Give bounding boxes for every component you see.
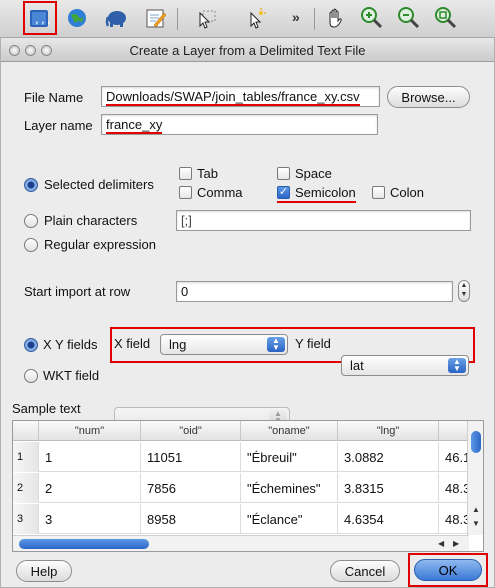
elephant-icon[interactable] xyxy=(102,3,132,33)
table-cell: 1 xyxy=(39,442,141,472)
regular-expression-radio[interactable] xyxy=(24,237,38,252)
colon-option[interactable]: Colon xyxy=(372,185,424,200)
file-name-field[interactable]: Downloads/SWAP/join_tables/france_xy.csv xyxy=(101,86,380,107)
selected-delimiters-label: Selected delimiters xyxy=(44,177,154,192)
wkt-field-option[interactable]: WKT field xyxy=(24,368,99,383)
scroll-left-icon[interactable]: ◀ xyxy=(438,539,444,548)
edit-doc-icon[interactable] xyxy=(140,3,170,33)
table-cell: 7856 xyxy=(141,473,241,503)
x-field-label: X field xyxy=(114,336,151,351)
scroll-up-icon[interactable]: ▲ xyxy=(472,505,480,514)
row-number: 1 xyxy=(13,442,39,472)
browse-button[interactable]: Browse... xyxy=(387,86,470,108)
table-cell: "Ébreuil" xyxy=(241,442,338,472)
column-header[interactable]: "lng" xyxy=(338,421,439,441)
plain-characters-radio[interactable] xyxy=(24,213,38,228)
xy-fields-option[interactable]: X Y fields xyxy=(24,337,97,352)
plain-characters-label: Plain characters xyxy=(44,213,138,228)
table-cell: "Échemines" xyxy=(241,473,338,503)
sample-text-label: Sample text xyxy=(12,401,81,416)
plain-characters-option[interactable]: Plain characters xyxy=(24,213,137,228)
select-cursor-icon[interactable] xyxy=(192,3,222,33)
vertical-scroll-thumb[interactable] xyxy=(471,431,481,453)
scroll-right-icon[interactable]: ▶ xyxy=(453,539,459,548)
row-number-header xyxy=(13,421,39,441)
start-row-stepper[interactable]: ▲ ▼ xyxy=(458,280,470,302)
sample-table[interactable]: "num" "oid" "oname" "lng" 1 1 11051 "Ébr… xyxy=(12,420,484,552)
selected-delimiters-option[interactable]: Selected delimiters xyxy=(24,177,154,192)
zoom-in-icon[interactable] xyxy=(356,3,386,33)
colon-checkbox[interactable] xyxy=(372,186,385,199)
space-label: Space xyxy=(295,166,332,181)
layer-name-label: Layer name xyxy=(24,118,93,133)
vertical-scrollbar[interactable]: ▲ ▼ xyxy=(467,421,483,535)
wkt-field-label: WKT field xyxy=(43,368,100,383)
tab-checkbox[interactable] xyxy=(179,167,192,180)
y-field-select[interactable]: lat ▲ ▼ xyxy=(341,355,469,376)
plain-characters-field[interactable]: [;] xyxy=(176,210,471,231)
semicolon-checkbox[interactable]: ✓ xyxy=(277,186,290,199)
table-cell: 8958 xyxy=(141,504,241,534)
start-row-field[interactable]: 0 xyxy=(176,281,453,302)
x-field-select[interactable]: lng ▲ ▼ xyxy=(160,334,288,355)
regular-expression-option[interactable]: Regular expression xyxy=(24,237,156,252)
y-field-value: lat xyxy=(350,358,364,373)
table-cell: 3.8315 xyxy=(338,473,439,503)
svg-text:,,,: ,,, xyxy=(34,15,52,26)
file-name-label: File Name xyxy=(24,90,84,105)
table-cell: 3 xyxy=(39,504,141,534)
scroll-down-icon[interactable]: ▼ xyxy=(472,519,480,528)
table-row[interactable]: 1 1 11051 "Ébreuil" 3.0882 46.1 xyxy=(13,442,479,472)
column-header[interactable]: "oname" xyxy=(241,421,338,441)
main-toolbar: ,,, » xyxy=(0,0,495,38)
row-number: 2 xyxy=(13,473,39,503)
table-cell: 11051 xyxy=(141,442,241,472)
pan-hand-icon[interactable] xyxy=(320,3,350,33)
delimited-text-icon[interactable]: ,,, xyxy=(23,1,57,35)
selected-delimiters-radio[interactable] xyxy=(24,177,38,192)
table-header: "num" "oid" "oname" "lng" xyxy=(13,421,479,441)
ok-button[interactable]: OK xyxy=(414,559,482,581)
horizontal-scroll-thumb[interactable] xyxy=(19,539,149,549)
xy-fields-radio[interactable] xyxy=(24,337,38,352)
regular-expression-label: Regular expression xyxy=(44,237,157,252)
colon-label: Colon xyxy=(390,185,424,200)
tab-option[interactable]: Tab xyxy=(179,166,218,181)
column-header[interactable]: "num" xyxy=(39,421,141,441)
zoom-out-icon[interactable] xyxy=(393,3,423,33)
start-row-label: Start import at row xyxy=(24,284,131,299)
globe-icon[interactable] xyxy=(62,3,92,33)
wkt-field-radio[interactable] xyxy=(24,368,38,383)
y-field-chevron-icon: ▲ ▼ xyxy=(448,358,466,373)
column-header[interactable]: "oid" xyxy=(141,421,241,441)
dialog-title: Create a Layer from a Delimited Text Fil… xyxy=(129,43,366,58)
space-checkbox[interactable] xyxy=(277,167,290,180)
table-cell: "Éclance" xyxy=(241,504,338,534)
table-row[interactable]: 2 2 7856 "Échemines" 3.8315 48.3 xyxy=(13,473,479,503)
zoom-full-icon[interactable] xyxy=(430,3,460,33)
comma-option[interactable]: Comma xyxy=(179,185,243,200)
tab-label: Tab xyxy=(197,166,218,181)
table-cell: 2 xyxy=(39,473,141,503)
x-field-value: lng xyxy=(169,337,187,352)
dialog-titlebar: Create a Layer from a Delimited Text Fil… xyxy=(1,38,494,62)
table-cell: 4.6354 xyxy=(338,504,439,534)
table-row[interactable]: 3 3 8958 "Éclance" 4.6354 48.3 xyxy=(13,504,479,534)
layer-name-field[interactable]: france_xy xyxy=(101,114,378,135)
wand-cursor-icon[interactable] xyxy=(242,3,272,33)
table-cell: 3.0882 xyxy=(338,442,439,472)
comma-label: Comma xyxy=(197,185,243,200)
space-option[interactable]: Space xyxy=(277,166,332,181)
semicolon-option[interactable]: ✓ Semicolon xyxy=(277,185,356,203)
x-field-chevron-icon: ▲ ▼ xyxy=(267,337,285,352)
xy-fields-label: X Y fields xyxy=(43,337,98,352)
toolbar-more-icon[interactable]: » xyxy=(292,9,300,25)
semicolon-label: Semicolon xyxy=(295,185,356,200)
y-field-label: Y field xyxy=(295,336,331,351)
comma-checkbox[interactable] xyxy=(179,186,192,199)
help-button[interactable]: Help xyxy=(16,560,72,582)
row-number: 3 xyxy=(13,504,39,534)
horizontal-scrollbar[interactable]: ◀ ▶ xyxy=(13,535,469,551)
cancel-button[interactable]: Cancel xyxy=(330,560,400,582)
